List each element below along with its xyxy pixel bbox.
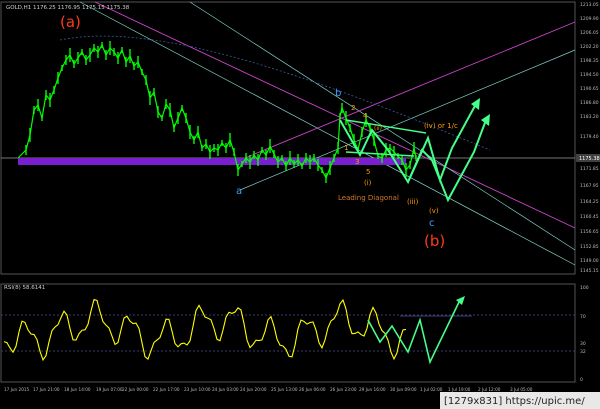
wave-count-2: 2	[351, 104, 355, 112]
price-tick: 1152.85	[580, 244, 599, 250]
time-tick: 26 Jun 23:00	[330, 387, 357, 392]
current-price-label: 1175.38	[579, 156, 600, 162]
wave-a-big-label: (a)	[60, 13, 81, 31]
price-tick: 1167.95	[580, 183, 599, 189]
wave-count-1: 1	[344, 144, 348, 152]
wave-count-iv: (iv) or 1/c	[424, 122, 458, 130]
rsi-tick: 0	[580, 377, 583, 383]
time-tick: 25 Jun 13:00	[271, 387, 298, 392]
time-tick: 2 Jul 12:00	[478, 387, 501, 392]
price-tick: 1171.85	[580, 166, 599, 172]
time-tick: 17 Jun 2015	[4, 387, 30, 392]
main-chart-header: GOLD,H1 1176.25 1176.95 1175.15 1175.38	[6, 5, 130, 11]
time-tick: 17 Jun 21:00	[33, 387, 60, 392]
wave-c-label: c	[429, 218, 435, 229]
price-tick: 1179.40	[580, 134, 599, 140]
price-tick: 1145.15	[580, 268, 599, 274]
wave-count-4: 4	[363, 112, 368, 120]
rsi-tick: 32	[580, 349, 586, 355]
price-tick: 1194.50	[580, 72, 599, 78]
time-tick: 19 Jun 07:00	[96, 387, 123, 392]
time-tick: 24 Jun 20:00	[240, 387, 267, 392]
price-tick: 1156.65	[580, 229, 599, 235]
wave-b-big-label: (b)	[424, 232, 445, 250]
time-tick: 24 Jun 03:00	[212, 387, 239, 392]
time-tick: 18 Jun 14:00	[64, 387, 91, 392]
watermark-text: [1279x831] https://upic.me/	[444, 396, 585, 407]
price-tick: 1209.90	[580, 16, 599, 22]
wave-count-iii: (iii)	[407, 198, 419, 206]
price-tick: 1206.05	[580, 30, 599, 36]
wave-count-v: (v)	[429, 207, 439, 215]
rsi-tick: 70	[580, 314, 586, 320]
price-tick: 1190.65	[580, 86, 599, 92]
time-tick: 29 Jun 16:00	[359, 387, 386, 392]
price-tick: 1198.35	[580, 58, 599, 64]
price-tick: 1213.05	[580, 2, 599, 8]
time-tick: 26 Jun 06:00	[299, 387, 326, 392]
wave-count-i: (i)	[364, 179, 372, 187]
wave-b-label: b	[335, 88, 341, 99]
time-tick: 30 Jun 09:00	[390, 387, 417, 392]
price-tick: 1149.00	[580, 258, 599, 264]
wave-count-5: 5	[366, 168, 370, 176]
price-tick: 1183.20	[580, 114, 599, 120]
price-tick: 1202.20	[580, 44, 599, 50]
price-tick: 1186.80	[580, 100, 599, 106]
time-tick: 1 Jul 19:00	[448, 387, 471, 392]
chart-window[interactable]: GOLD,H1 1176.25 1176.95 1175.15 1175.38 …	[0, 0, 600, 409]
time-tick: 1 Jul 02:00	[420, 387, 443, 392]
leading-diagonal-label: Leading Diagonal	[338, 194, 399, 202]
price-tick: 1160.45	[580, 214, 599, 220]
price-tick: 1164.25	[580, 199, 599, 205]
time-tick: 22 Jun 17:00	[153, 387, 180, 392]
rsi-tick: 30	[580, 341, 586, 347]
support-band[interactable]	[18, 158, 406, 165]
wave-count-3: 3	[355, 158, 359, 166]
time-tick: 22 Jun 00:00	[122, 387, 149, 392]
rsi-header: RSI(8) 58.6141	[4, 285, 45, 291]
time-tick: 23 Jun 10:00	[184, 387, 211, 392]
wave-count-ii: (ii)	[374, 125, 382, 132]
rsi-tick: 100	[580, 285, 589, 291]
time-tick: 3 Jul 05:00	[510, 387, 533, 392]
wave-a-label: a	[236, 186, 242, 197]
